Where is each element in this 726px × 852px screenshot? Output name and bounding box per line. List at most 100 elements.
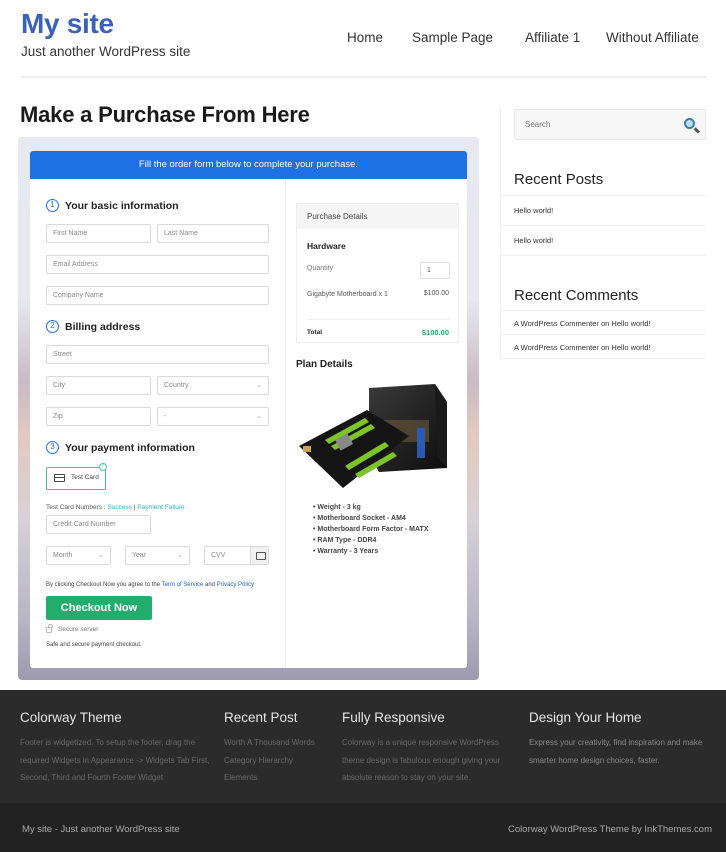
company-field[interactable]: Company Name (46, 286, 269, 305)
footer-post-link[interactable]: Category Hierarchy (224, 752, 334, 770)
safe-checkout-note: Safe and secure payment checkout. (46, 642, 142, 648)
chevron-down-icon: ⌄ (98, 552, 104, 559)
plan-specs-list: Weight - 3 kg Motherboard Socket - AM4 M… (313, 502, 429, 557)
total-value: $100.00 (421, 328, 449, 337)
divider (501, 310, 706, 311)
nav-affiliate-1[interactable]: Affiliate 1 (525, 30, 580, 45)
main-nav: Home Sample Page Affiliate 1 Without Aff… (0, 30, 726, 50)
recent-comment-link[interactable]: A WordPress Commenter on Hello world! (514, 343, 651, 352)
footer-post-link[interactable]: Elements (224, 769, 334, 787)
divider (501, 358, 706, 359)
step-payment-info: 3 Your payment information (46, 441, 195, 454)
purchase-details-heading: Purchase Details (297, 204, 458, 229)
month-select[interactable]: Month ⌄ (46, 546, 111, 565)
recent-comment-link[interactable]: A WordPress Commenter on Hello world! (514, 319, 651, 328)
total-label: Total (307, 329, 323, 336)
page-title: Make a Purchase From Here (20, 102, 310, 127)
card-number-field[interactable]: Credit Card Number (46, 515, 151, 534)
quantity-label: Quantity (307, 265, 334, 272)
footer-col-text: Footer is widgetized. To setup the foote… (20, 738, 210, 782)
privacy-link[interactable]: Privacy Policy (217, 582, 254, 588)
first-name-field[interactable]: First Name (46, 224, 151, 243)
footer-recent-post-links: Worth A Thousand Words Category Hierarch… (224, 734, 334, 787)
line-item-name: Gigabyte Motherboard x 1 (307, 291, 388, 298)
step-number-icon: 3 (46, 441, 59, 454)
divider (501, 334, 706, 335)
last-name-field[interactable]: Last Name (157, 224, 269, 243)
step-basic-info: 1 Your basic information (46, 199, 179, 212)
product-category: Hardware (307, 241, 346, 251)
recent-posts-heading: Recent Posts (514, 171, 604, 188)
spec-item: Warranty - 3 Years (313, 546, 429, 557)
credit-card-icon (54, 474, 65, 482)
plan-details-heading: Plan Details (296, 359, 353, 370)
country-select-value: Country (164, 382, 189, 389)
street-field[interactable]: Street (46, 345, 269, 364)
test-card-numbers-label: Test Card Numbers : (46, 504, 108, 511)
footer-col-title: Design Your Home (529, 710, 642, 725)
nav-without-affiliate[interactable]: Without Affiliate (606, 30, 699, 45)
test-card-numbers: Test Card Numbers : Success | Payment Fa… (46, 504, 185, 511)
year-select[interactable]: Year ⌄ (125, 546, 190, 565)
recent-comments-heading: Recent Comments (514, 287, 639, 304)
cvv-placeholder: CVV (211, 552, 226, 559)
state-select[interactable]: - ⌄ (157, 407, 269, 426)
email-field[interactable]: Email Address (46, 255, 269, 274)
agree-text: By clicking Checkout Now you agree to th… (46, 582, 162, 588)
chevron-down-icon: ⌄ (256, 413, 262, 420)
header-divider (21, 76, 706, 78)
chevron-down-icon: ⌄ (256, 382, 262, 389)
spec-item: Motherboard Form Factor - MATX (313, 524, 428, 535)
form-banner: Fill the order form below to complete yo… (30, 151, 467, 179)
checkout-button[interactable]: Checkout Now (46, 596, 152, 620)
step-label: Your basic information (65, 199, 179, 212)
month-select-value: Month (53, 552, 73, 559)
test-success-link[interactable]: Success (107, 504, 132, 511)
agree-and: and (203, 582, 217, 588)
zip-field[interactable]: Zip (46, 407, 151, 426)
purchase-details-box: Purchase Details Hardware Quantity 1 Gig… (296, 203, 459, 343)
cvv-field[interactable]: CVV (204, 546, 269, 565)
terms-agreement: By clicking Checkout Now you agree to th… (46, 582, 254, 588)
country-select[interactable]: Country ⌄ (157, 376, 269, 395)
footer-col-text: Express your creativity, find inspiratio… (529, 738, 703, 765)
total-divider (307, 319, 449, 320)
footer-site-credit[interactable]: My site - Just another WordPress site (22, 824, 180, 835)
recent-post-link[interactable]: Hello world! (514, 236, 553, 245)
secure-server-note: Secure server (46, 623, 98, 633)
lock-icon (46, 623, 53, 633)
footer-col-title: Recent Post (224, 710, 298, 725)
search-icon[interactable] (684, 118, 695, 129)
search-widget (514, 109, 706, 140)
nav-sample-page[interactable]: Sample Page (412, 30, 493, 45)
footer-post-link[interactable]: Worth A Thousand Words (224, 734, 334, 752)
step-label: Your payment information (65, 441, 195, 454)
line-item-price: $100.00 (423, 290, 449, 297)
chevron-down-icon: ⌄ (177, 552, 183, 559)
footer-col-text: Colorway is a unique responsive WordPres… (342, 738, 501, 782)
search-input[interactable] (515, 110, 675, 139)
step-billing-address: 2 Billing address (46, 320, 140, 333)
divider (501, 195, 706, 196)
terms-link[interactable]: Term of Service (162, 582, 204, 588)
payment-method-label: Test Card (71, 474, 99, 481)
cvv-card-icon (250, 547, 268, 564)
step-label: Billing address (65, 320, 141, 333)
footer-col-title: Fully Responsive (342, 710, 445, 725)
payment-method-test-card[interactable]: Test Card (46, 467, 106, 490)
nav-home[interactable]: Home (347, 30, 383, 45)
sidebar-border (500, 108, 501, 358)
year-select-value: Year (132, 552, 147, 559)
test-failure-link[interactable]: Payment Failure (137, 504, 184, 511)
footer-theme-credit[interactable]: Colorway WordPress Theme by InkThemes.co… (508, 824, 712, 835)
form-column-divider (285, 179, 286, 668)
footer-col-title: Colorway Theme (20, 710, 122, 725)
quantity-input[interactable]: 1 (420, 262, 450, 279)
step-number-icon: 2 (46, 320, 59, 333)
spec-item: Motherboard Socket - AM4 (313, 513, 429, 524)
spec-item: RAM Type - DDR4 (313, 535, 429, 546)
step-number-icon: 1 (46, 199, 59, 212)
recent-post-link[interactable]: Hello world! (514, 206, 553, 215)
city-field[interactable]: City (46, 376, 151, 395)
state-select-value: - (164, 413, 167, 420)
